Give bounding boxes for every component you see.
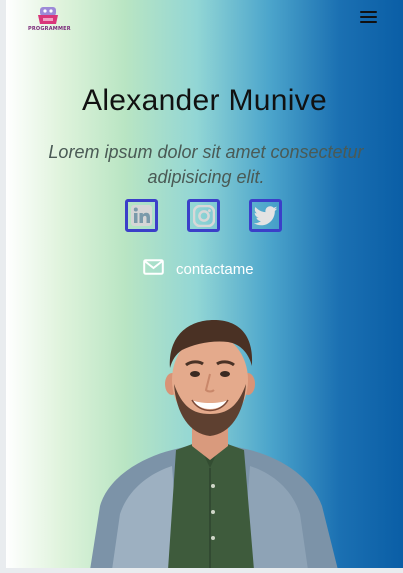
twitter-icon <box>253 205 277 225</box>
contact-label: contactame <box>176 261 254 278</box>
hero-name: Alexander Munive <box>82 84 327 117</box>
linkedin-button[interactable] <box>125 199 158 232</box>
hamburger-menu-icon[interactable] <box>360 11 377 25</box>
programmer-logo-icon <box>38 7 58 24</box>
instagram-button[interactable] <box>187 199 220 232</box>
landing-page: PROGRAMMER Alexander Munive Lorem ipsum … <box>6 0 403 568</box>
profile-photo <box>90 320 338 568</box>
logo-text: PROGRAMMER <box>28 26 71 32</box>
twitter-button[interactable] <box>249 199 282 232</box>
instagram-icon <box>192 204 215 227</box>
hero-tagline: Lorem ipsum dolor sit amet consectetur a… <box>48 142 364 187</box>
brand-logo[interactable]: PROGRAMMER <box>28 4 71 34</box>
linkedin-icon <box>131 205 152 226</box>
mail-icon <box>143 259 164 275</box>
social-links <box>124 199 294 239</box>
